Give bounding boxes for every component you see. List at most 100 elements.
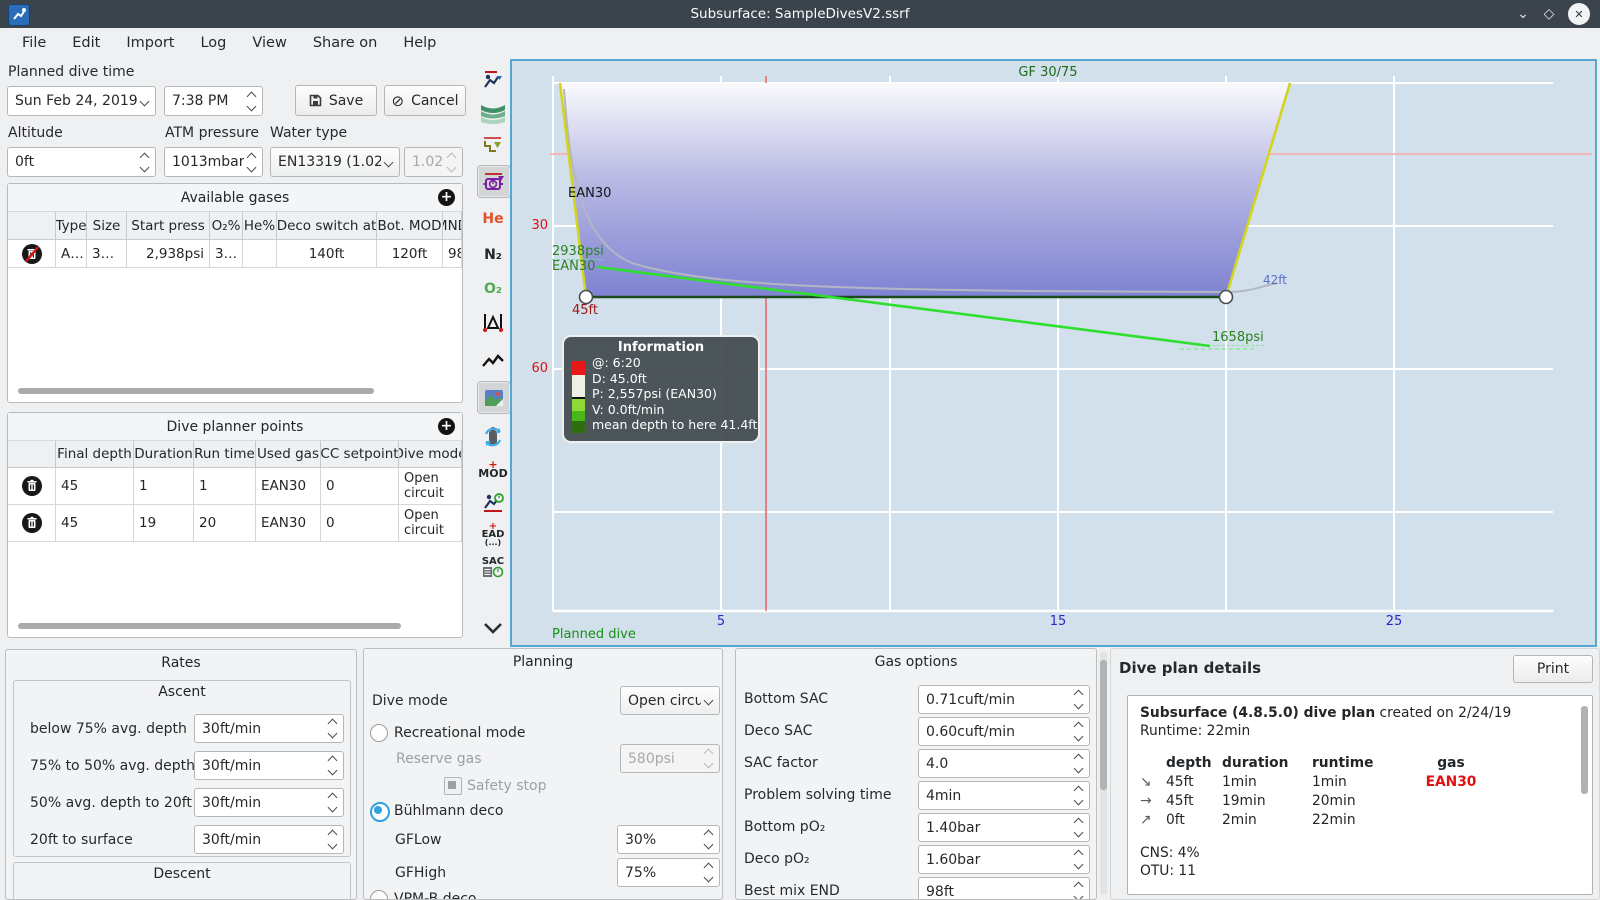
add-point-button[interactable]: + bbox=[438, 418, 455, 435]
menu-share-on[interactable]: Share on bbox=[303, 32, 388, 54]
date-combo[interactable]: Sun Feb 24, 2019 bbox=[7, 86, 156, 116]
point-used-gas-cell[interactable]: EAN30 bbox=[256, 505, 321, 542]
menu-import[interactable]: Import bbox=[116, 32, 184, 54]
spinner-arrows-icon[interactable] bbox=[1071, 849, 1089, 870]
sac-factor-spinner[interactable]: 4.0 bbox=[918, 749, 1090, 778]
atm-pressure-spinner[interactable]: 1013mbar bbox=[164, 147, 263, 177]
close-button[interactable]: ✕ bbox=[1568, 3, 1590, 25]
plan-details-text[interactable]: Subsurface (4.8.5.0) dive plan created o… bbox=[1127, 695, 1593, 895]
point-used-gas-cell[interactable]: EAN30 bbox=[256, 468, 321, 505]
gas-mnd-cell[interactable]: 98… bbox=[443, 240, 462, 268]
toolbar-heart-rate-button[interactable] bbox=[477, 346, 509, 377]
point-col-cc-setpoint[interactable]: CC setpoint bbox=[321, 441, 399, 468]
minimize-button[interactable]: ⌄ bbox=[1512, 3, 1534, 25]
menu-edit[interactable]: Edit bbox=[62, 32, 110, 54]
toolbar-mod-button[interactable]: + MOD bbox=[477, 453, 509, 484]
point-col-final-depth[interactable]: Final depth bbox=[56, 441, 134, 468]
bottom-vscrollbar-thumb[interactable] bbox=[1100, 660, 1107, 790]
toolbar-tissues-button[interactable] bbox=[477, 306, 509, 337]
gas-bot-mod-cell[interactable]: 120ft bbox=[377, 240, 443, 268]
toolbar-tank-bar-button[interactable] bbox=[477, 420, 509, 451]
spinner-arrows-icon[interactable] bbox=[325, 755, 343, 776]
point-run-time-cell[interactable]: 1 bbox=[194, 468, 256, 505]
spinner-arrows-icon[interactable] bbox=[1071, 817, 1089, 838]
spinner-arrows-icon[interactable] bbox=[1071, 785, 1089, 806]
bottom-po2-spinner[interactable]: 1.40bar bbox=[918, 813, 1090, 842]
spinner-arrows-icon[interactable] bbox=[701, 862, 719, 883]
spinner-arrows-icon[interactable] bbox=[1071, 721, 1089, 742]
point-col-run-time[interactable]: Run time bbox=[194, 441, 256, 468]
plan-text-vscrollbar[interactable] bbox=[1581, 706, 1588, 794]
spinner-arrows-icon[interactable] bbox=[1071, 753, 1089, 774]
point-col-duration[interactable]: Duration bbox=[134, 441, 194, 468]
toolbar-scroll-down-button[interactable] bbox=[477, 612, 509, 643]
toolbar-water-layers-button[interactable] bbox=[477, 97, 509, 128]
gas-col-he[interactable]: He% bbox=[243, 212, 277, 240]
gases-hscrollbar[interactable] bbox=[18, 388, 374, 394]
gflow-spinner[interactable]: 30% bbox=[617, 825, 720, 854]
gas-startpress-cell[interactable]: 2,938psi bbox=[127, 240, 210, 268]
maximize-button[interactable]: ◇ bbox=[1538, 3, 1560, 25]
spinner-arrows-icon[interactable] bbox=[325, 792, 343, 813]
gas-col-type[interactable]: Type bbox=[56, 212, 87, 240]
cancel-button[interactable]: ⊘ Cancel bbox=[384, 85, 466, 116]
toolbar-sac-button[interactable]: SAC bbox=[477, 552, 509, 583]
recreational-mode-radio[interactable] bbox=[370, 724, 388, 742]
water-type-combo[interactable]: EN13319 (1.02k bbox=[270, 147, 400, 177]
gas-col-startpress[interactable]: Start press bbox=[127, 212, 210, 240]
spinner-arrows-icon[interactable] bbox=[244, 152, 262, 172]
information-tooltip[interactable]: Information @: 6:20 D: 45.0ft P: 2,557ps… bbox=[562, 335, 760, 443]
point-dive-mode-cell[interactable]: Open circuit bbox=[399, 468, 462, 505]
vpmb-deco-radio[interactable] bbox=[370, 890, 388, 899]
point-col-dive-mode[interactable]: Dive mode bbox=[399, 441, 462, 468]
spinner-arrows-icon[interactable] bbox=[1071, 881, 1089, 899]
spinner-arrows-icon[interactable] bbox=[137, 152, 155, 172]
point-duration-cell[interactable]: 1 bbox=[134, 468, 194, 505]
save-button[interactable]: Save bbox=[295, 85, 377, 116]
rate-row-spinner[interactable]: 30ft/min bbox=[194, 714, 344, 743]
toolbar-ead-button[interactable]: + EAD (...) bbox=[477, 519, 509, 550]
toolbar-photos-button[interactable] bbox=[477, 381, 511, 414]
rate-row-spinner[interactable]: 30ft/min bbox=[194, 788, 344, 817]
point-cc-setpoint-cell[interactable]: 0 bbox=[321, 505, 399, 542]
gas-delete-disabled-icon[interactable] bbox=[8, 240, 56, 268]
gfhigh-spinner[interactable]: 75% bbox=[617, 858, 720, 887]
toolbar-dive-speed-button[interactable] bbox=[477, 64, 509, 95]
toolbar-ndl-button[interactable] bbox=[477, 486, 509, 517]
points-hscrollbar[interactable] bbox=[18, 623, 401, 629]
best-mix-end-spinner[interactable]: 98ft bbox=[918, 877, 1090, 899]
spinner-arrows-icon[interactable] bbox=[325, 718, 343, 739]
spinner-arrows-icon[interactable] bbox=[1071, 689, 1089, 710]
menu-view[interactable]: View bbox=[242, 32, 296, 54]
point-delete-icon[interactable] bbox=[8, 505, 56, 542]
bottom-sac-spinner[interactable]: 0.71cuft/min bbox=[918, 685, 1090, 714]
rate-row-spinner[interactable]: 30ft/min bbox=[194, 751, 344, 780]
spinner-arrows-icon[interactable] bbox=[244, 91, 262, 111]
gas-col-o2[interactable]: O₂% bbox=[210, 212, 243, 240]
dive-profile-chart[interactable]: GF 30/75 EAN30 30 60 2938psi EAN30 45ft … bbox=[510, 59, 1597, 647]
gas-col-size[interactable]: Size bbox=[87, 212, 127, 240]
gas-he-cell[interactable] bbox=[243, 240, 277, 268]
time-spinner[interactable]: 7:38 PM bbox=[164, 86, 263, 116]
add-gas-button[interactable]: + bbox=[438, 189, 455, 206]
print-button[interactable]: Print bbox=[1513, 655, 1593, 683]
gas-col-bot-mod[interactable]: Bot. MOD bbox=[377, 212, 443, 240]
dive-mode-combo[interactable]: Open circuit bbox=[620, 686, 720, 715]
spinner-arrows-icon[interactable] bbox=[325, 829, 343, 850]
menu-help[interactable]: Help bbox=[393, 32, 446, 54]
menu-file[interactable]: File bbox=[12, 32, 56, 54]
toolbar-pn2-button[interactable]: N₂ bbox=[477, 239, 509, 270]
point-final-depth-cell[interactable]: 45 bbox=[56, 505, 134, 542]
gas-type-cell[interactable]: A… bbox=[56, 240, 87, 268]
point-final-depth-cell[interactable]: 45 bbox=[56, 468, 134, 505]
point-cc-setpoint-cell[interactable]: 0 bbox=[321, 468, 399, 505]
gas-col-mnd[interactable]: MND bbox=[443, 212, 462, 240]
point-duration-cell[interactable]: 19 bbox=[134, 505, 194, 542]
spinner-arrows-icon[interactable] bbox=[701, 829, 719, 850]
gas-size-cell[interactable]: 3… bbox=[87, 240, 127, 268]
deco-sac-spinner[interactable]: 0.60cuft/min bbox=[918, 717, 1090, 746]
point-dive-mode-cell[interactable]: Open circuit bbox=[399, 505, 462, 542]
point-delete-icon[interactable] bbox=[8, 468, 56, 505]
toolbar-setpoint-button[interactable] bbox=[477, 165, 511, 198]
menu-log[interactable]: Log bbox=[190, 32, 236, 54]
